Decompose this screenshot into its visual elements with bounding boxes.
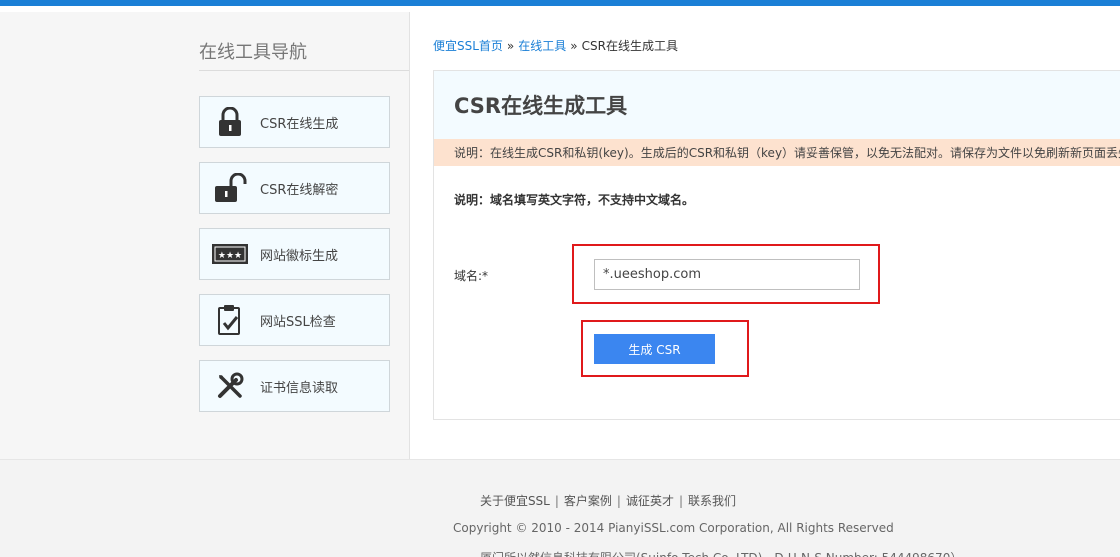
sidebar-item-csr-generate[interactable]: CSR在线生成 <box>199 96 390 148</box>
panel-header: CSR在线生成工具 <box>434 71 1120 139</box>
sidebar-item-label: CSR在线生成 <box>260 116 339 132</box>
clipboard-check-icon <box>200 294 260 346</box>
domain-tip: 说明：域名填写英文字符，不支持中文域名。 <box>454 193 695 207</box>
lock-icon <box>200 96 260 148</box>
footer-link-cases[interactable]: 客户案例 <box>564 494 612 508</box>
unlock-icon <box>200 162 260 214</box>
sidebar-item-label: CSR在线解密 <box>260 182 339 198</box>
footer-links: 关于便宜SSL | 客户案例 | 诚征英才 | 联系我们 <box>0 492 1120 509</box>
breadcrumb: 便宜SSL首页» 在线工具» CSR在线生成工具 <box>433 37 678 54</box>
page-title: CSR在线生成工具 <box>454 94 628 118</box>
footer: 关于便宜SSL | 客户案例 | 诚征英才 | 联系我们 Copyright © 2010 … <box>0 459 1120 557</box>
sidebar-item-csr-decode[interactable]: CSR在线解密 <box>199 162 390 214</box>
company-info: 厦门所以然信息科技有限公司(Suinfo Tech Co.,LTD)，D-U-N… <box>480 549 962 557</box>
sidebar-item-cert-reader[interactable]: 证书信息读取 <box>199 360 390 412</box>
sidebar-item-label: 证书信息读取 <box>260 380 339 396</box>
csr-tool-panel: CSR在线生成工具 说明：在线生成CSR和私钥(key)。生成后的CSR和私钥（… <box>433 70 1120 420</box>
sidebar-item-site-badge[interactable]: ★★★ 网站徽标生成 <box>199 228 390 280</box>
top-accent-bar <box>0 0 1120 6</box>
footer-link-separator: | <box>678 494 684 508</box>
footer-link-contact[interactable]: 联系我们 <box>688 494 736 508</box>
breadcrumb-separator: » <box>506 39 515 53</box>
badge-icon: ★★★ <box>200 228 260 280</box>
domain-label: 域名:* <box>454 269 489 283</box>
nav-title: 在线工具导航 <box>199 42 307 63</box>
footer-link-careers[interactable]: 诚征英才 <box>626 494 674 508</box>
tools-icon <box>200 360 260 412</box>
breadcrumb-current: CSR在线生成工具 <box>581 39 678 53</box>
svg-text:★★★: ★★★ <box>218 251 242 261</box>
footer-link-separator: | <box>616 494 621 508</box>
sidebar-item-ssl-check[interactable]: 网站SSL检查 <box>199 294 390 346</box>
sidebar-item-label: 网站SSL检查 <box>260 314 336 330</box>
notice-bar: 说明：在线生成CSR和私钥(key)。生成后的CSR和私钥（key）请妥善保管，… <box>434 139 1120 166</box>
sidebar-item-label: 网站徽标生成 <box>260 248 339 264</box>
generate-csr-button[interactable]: 生成 CSR <box>594 334 715 364</box>
footer-link-about[interactable]: 关于便宜SSL <box>480 494 550 508</box>
footer-link-separator: | <box>554 494 559 508</box>
breadcrumb-tools-link[interactable]: 在线工具 <box>518 39 566 53</box>
breadcrumb-home-link[interactable]: 便宜SSL首页 <box>433 39 503 53</box>
nav-divider <box>199 70 409 71</box>
copyright: Copyright © 2010 - 2014 PianyiSSL.com Co… <box>453 521 894 535</box>
breadcrumb-separator: » <box>570 39 578 53</box>
domain-input[interactable] <box>594 259 860 290</box>
